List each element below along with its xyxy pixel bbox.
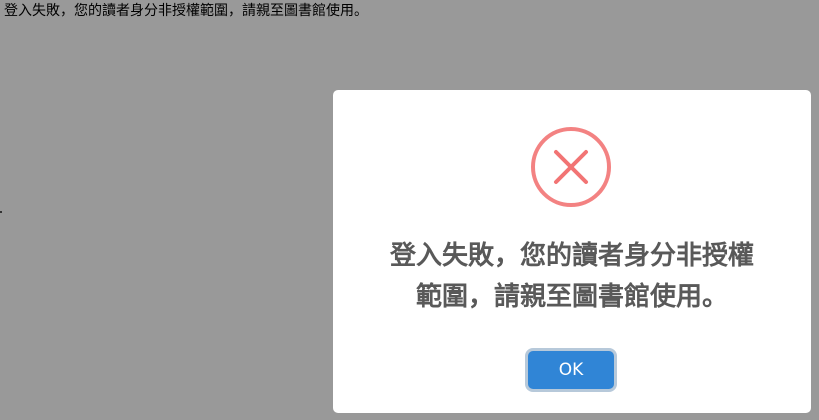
stray-dot — [0, 211, 2, 213]
error-x-icon — [531, 127, 611, 207]
dialog-message: 登入失敗，您的讀者身分非授權範圍，請親至圖書館使用。 — [389, 241, 754, 312]
alert-dialog: 登入失敗，您的讀者身分非授權範圍，請親至圖書館使用。 OK — [333, 90, 811, 413]
ok-button[interactable]: OK — [528, 351, 614, 389]
